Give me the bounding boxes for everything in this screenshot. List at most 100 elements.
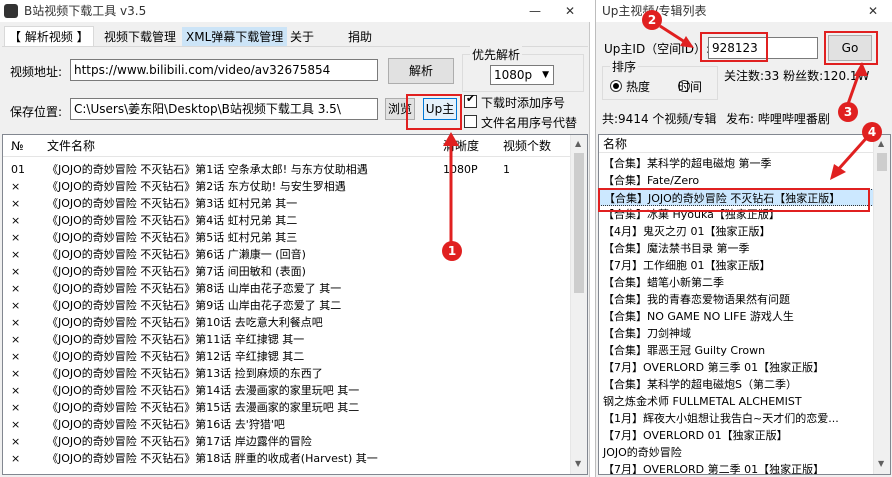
tab-parse-video[interactable]: 【 解析视频 】 [4,26,94,46]
row-name: 《JOJO的奇妙冒险 不灭钻石》第8话 山岸由花子恋爱了 其一 [47,282,342,295]
row-name: 《JOJO的奇妙冒险 不灭钻石》第10话 去吃意大利餐点吧 [47,316,323,329]
list-item[interactable]: 钢之炼金术师 FULLMETAL ALCHEMIST [599,393,874,410]
table-row[interactable]: × 《JOJO的奇妙冒险 不灭钻石》第7话 间田敏和 (表面) [3,263,571,280]
list-item[interactable]: 【合集】蜡笔小新第二季 [599,274,874,291]
row-no: × [11,214,21,227]
row-no: × [11,350,21,363]
selected-item-highlight [598,188,870,212]
callout-2: 2 [642,10,662,30]
row-no: × [11,435,21,448]
list-item[interactable]: JOJO的奇妙冒险 [599,444,874,461]
table-row[interactable]: × 《JOJO的奇妙冒险 不灭钻石》第2话 东方仗助! 与安生罗相遇 [3,178,571,195]
save-location-input[interactable]: C:\Users\姜东阳\Desktop\B站视频下载工具 3.5\ [70,98,378,120]
scroll-thumb[interactable] [574,153,584,293]
filename-seq-label: 文件名用序号代替 [481,116,578,130]
tab-about[interactable]: 关于 [286,27,318,47]
row-no: × [11,418,21,431]
row-no: × [11,401,21,414]
album-scroll-thumb[interactable] [877,153,887,171]
up-window: Up主视频/专辑列表 ✕ Up主ID（空间ID）: 928123 Go 排序 热… [595,0,892,477]
scroll-down-icon[interactable]: ▼ [575,459,581,468]
tab-xml-danmaku[interactable]: XML弹幕下载管理 [182,27,288,47]
row-name: 《JOJO的奇妙冒险 不灭钻石》第5话 虹村兄弟 其三 [47,231,298,244]
scroll-up-icon[interactable]: ▲ [575,139,581,148]
close-button[interactable]: ✕ [555,0,585,22]
chevron-down-icon: ▼ [542,70,549,80]
table-row[interactable]: × 《JOJO的奇妙冒险 不灭钻石》第18话 胖重的收成者(Harvest) 其一 [3,450,571,467]
row-name: 《JOJO的奇妙冒险 不灭钻石》第14话 去漫画家的家里玩吧 其一 [47,384,360,397]
sort-hot-radio[interactable] [610,80,622,92]
row-no: × [11,299,21,312]
col-count[interactable]: 视频个数 [503,135,551,157]
list-item[interactable]: 【1月】辉夜大小姐想让我告白~天才们的恋爱... [599,410,874,427]
list-item[interactable]: 【7月】OVERLORD 第三季 01【独家正版】 [599,359,874,376]
up-titlebar: Up主视频/专辑列表 ✕ [596,0,892,22]
list-item[interactable]: 【合集】罪恶王冠 Guilty Crown [599,342,874,359]
row-name: 《JOJO的奇妙冒险 不灭钻石》第7话 间田敏和 (表面) [47,265,306,278]
publisher: 发布: 哔哩哔哩番剧 [726,112,830,126]
col-no[interactable]: № [11,135,23,157]
callout-1: 1 [442,241,462,261]
list-item[interactable]: 【4月】鬼灭之刃 01【独家正版】 [599,223,874,240]
parse-button[interactable]: 解析 [388,58,454,84]
table-row[interactable]: × 《JOJO的奇妙冒险 不灭钻石》第9话 山岸由花子恋爱了 其二 [3,297,571,314]
tab-donate[interactable]: 捐助 [344,27,376,47]
album-scroll-up-icon[interactable]: ▲ [878,139,884,148]
row-name: 《JOJO的奇妙冒险 不灭钻石》第13话 捡到麻烦的东西了 [47,367,323,380]
table-row[interactable]: × 《JOJO的奇妙冒险 不灭钻石》第13话 捡到麻烦的东西了 [3,365,571,382]
row-name: 《JOJO的奇妙冒险 不灭钻石》第12话 辛红捸锶 其二 [47,350,305,363]
row-name: 《JOJO的奇妙冒险 不灭钻石》第3话 虹村兄弟 其一 [47,197,298,210]
main-window: B站视频下载工具 v3.5 — ✕ 【 解析视频 】 视频下载管理 XML弹幕下… [0,0,590,477]
video-url-input[interactable]: https://www.bilibili.com/video/av3267585… [70,59,378,81]
row-no: × [11,231,21,244]
list-item[interactable]: 【合集】某科学的超电磁炮S（第二季） [599,376,874,393]
list-item[interactable]: 【合集】刀剑神域 [599,325,874,342]
save-location-label: 保存位置: [10,105,63,119]
table-row[interactable]: 01 《JOJO的奇妙冒险 不灭钻石》第1话 空条承太郎! 与东方仗助相遇 1080… [3,161,571,178]
row-name: 《JOJO的奇妙冒险 不灭钻石》第17话 岸边露伴的冒险 [47,435,312,448]
col-name[interactable]: 文件名称 [47,135,95,157]
table-row[interactable]: × 《JOJO的奇妙冒险 不灭钻石》第17话 岸边露伴的冒险 [3,433,571,450]
sort-time-label: 时间 [678,80,703,94]
table-row[interactable]: × 《JOJO的奇妙冒险 不灭钻石》第5话 虹村兄弟 其三 [3,229,571,246]
priority-select[interactable]: 1080p ▼ [490,65,554,85]
sort-hot-label: 热度 [626,80,651,94]
table-row[interactable]: × 《JOJO的奇妙冒险 不灭钻石》第11话 辛红捸锶 其一 [3,331,571,348]
list-item[interactable]: 【7月】OVERLORD 第二季 01【独家正版】 [599,461,874,474]
table-row[interactable]: × 《JOJO的奇妙冒险 不灭钻石》第4话 虹村兄弟 其二 [3,212,571,229]
table-row[interactable]: × 《JOJO的奇妙冒险 不灭钻石》第8话 山岸由花子恋爱了 其一 [3,280,571,297]
list-item[interactable]: 【7月】OVERLORD 01【独家正版】 [599,427,874,444]
row-no: × [11,265,21,278]
album-scroll-down-icon[interactable]: ▼ [878,459,884,468]
row-no: × [11,452,21,465]
up-close-button[interactable]: ✕ [858,0,888,22]
filename-seq-checkbox[interactable] [464,115,477,128]
table-row[interactable]: × 《JOJO的奇妙冒险 不灭钻石》第6话 广濑康一 (回音) [3,246,571,263]
table-row[interactable]: × 《JOJO的奇妙冒险 不灭钻石》第3话 虹村兄弟 其一 [3,195,571,212]
row-name: 《JOJO的奇妙冒险 不灭钻石》第11话 辛红捸锶 其一 [47,333,305,346]
list-item[interactable]: 【合集】我的青春恋爱物语果然有问题 [599,291,874,308]
row-name: 《JOJO的奇妙冒险 不灭钻石》第4话 虹村兄弟 其二 [47,214,298,227]
table-row[interactable]: × 《JOJO的奇妙冒险 不灭钻石》第12话 辛红捸锶 其二 [3,348,571,365]
tab-download-manager[interactable]: 视频下载管理 [100,27,180,47]
sort-label: 排序 [610,58,639,75]
table-row[interactable]: × 《JOJO的奇妙冒险 不灭钻石》第16话 去'狩猎'吧 [3,416,571,433]
minimize-button[interactable]: — [520,0,550,22]
list-item[interactable]: 【合集】NO GAME NO LIFE 游戏人生 [599,308,874,325]
row-name: 《JOJO的奇妙冒险 不灭钻石》第6话 广濑康一 (回音) [47,248,306,261]
main-title: B站视频下载工具 v3.5 [24,4,147,18]
add-seq-checkmark-icon: ✔ [466,92,476,105]
row-name: 《JOJO的奇妙冒险 不灭钻石》第15话 去漫画家的家里玩吧 其二 [47,401,360,414]
list-item[interactable]: 【7月】工作细胞 01【独家正版】 [599,257,874,274]
table-row[interactable]: × 《JOJO的奇妙冒险 不灭钻石》第15话 去漫画家的家里玩吧 其二 [3,399,571,416]
file-list-scrollbar[interactable]: ▲ ▼ [570,135,587,474]
row-no: × [11,333,21,346]
row-name: 《JOJO的奇妙冒险 不灭钻石》第1话 空条承太郎! 与东方仗助相遇 [47,163,368,176]
table-row[interactable]: × 《JOJO的奇妙冒险 不灭钻石》第14话 去漫画家的家里玩吧 其一 [3,382,571,399]
app-logo-icon [4,4,18,18]
row-no: × [11,367,21,380]
table-row[interactable]: × 《JOJO的奇妙冒险 不灭钻石》第10话 去吃意大利餐点吧 [3,314,571,331]
row-no: × [11,384,21,397]
row-name: 《JOJO的奇妙冒险 不灭钻石》第16话 去'狩猎'吧 [47,418,285,431]
list-item[interactable]: 【合集】魔法禁书目录 第一季 [599,240,874,257]
